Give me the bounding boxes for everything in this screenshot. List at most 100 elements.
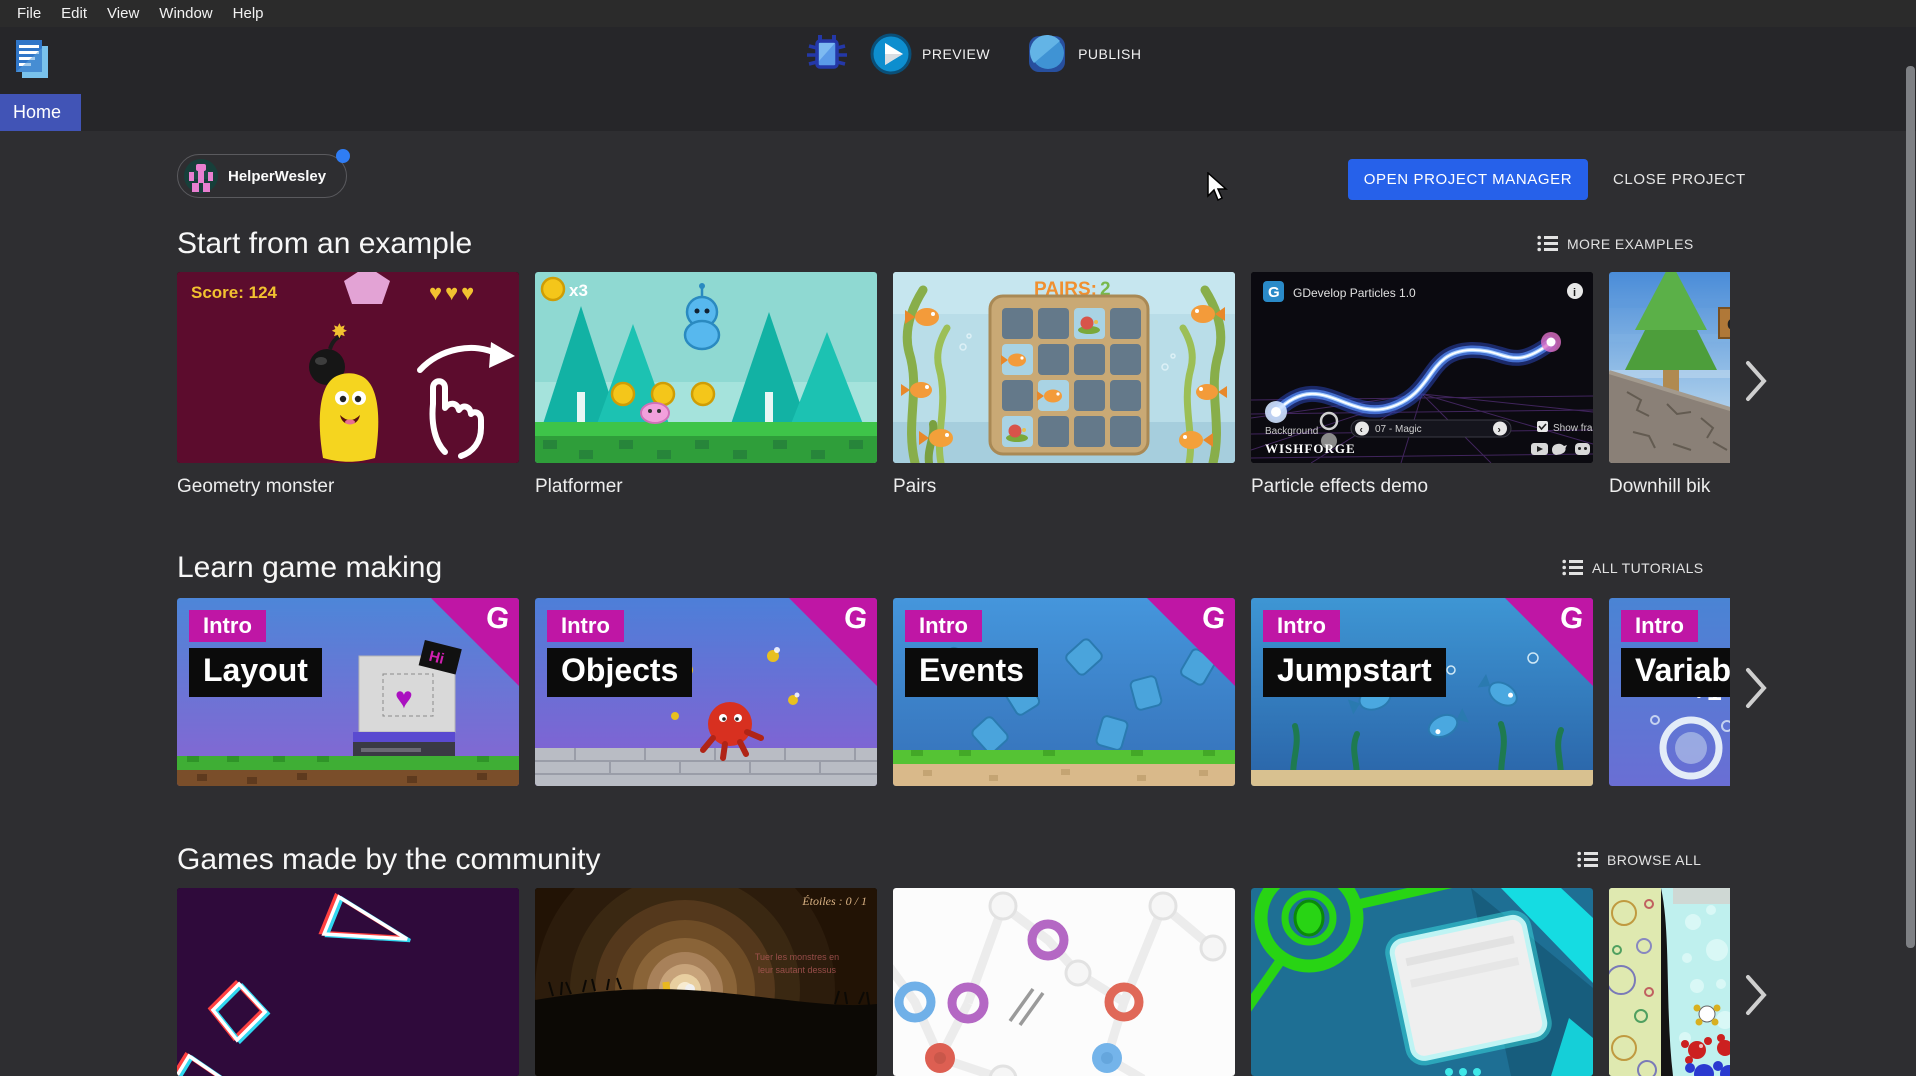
gdevelop-logo-icon[interactable] (14, 38, 50, 80)
gdevelop-g-icon: G (483, 601, 511, 638)
particles-app-title: GDevelop Particles 1.0 (1293, 286, 1416, 300)
community-card-1[interactable] (177, 888, 519, 1076)
cyan-dots (1445, 1068, 1481, 1076)
open-project-manager-button[interactable]: OPEN PROJECT MANAGER (1348, 159, 1588, 200)
intro-badge: Intro (1621, 610, 1698, 642)
example-card-label: Pairs (893, 476, 1235, 498)
example-card-downhill[interactable]: G Downhill bik (1609, 272, 1730, 502)
menu-item-window[interactable]: Window (149, 5, 222, 22)
community-thumbnail-triangles[interactable] (177, 888, 519, 1076)
downhill-thumbnail[interactable]: G (1609, 272, 1730, 463)
all-tutorials-label: ALL TUTORIALS (1592, 560, 1704, 576)
example-card-label: Geometry monster (177, 476, 519, 498)
community-card-3[interactable] (893, 888, 1235, 1076)
community-thumbnail-hex[interactable] (893, 888, 1235, 1076)
svg-text:G: G (1268, 284, 1280, 301)
pairs-thumbnail[interactable]: PAIRS: 2 (893, 272, 1235, 463)
menu-bar: File Edit View Window Help (0, 0, 1916, 27)
community-card-2[interactable]: Étoiles : 0 / 1 Tuer les monstres en leu… (535, 888, 877, 1076)
heart-sprite: ♥ (395, 682, 413, 715)
tutorial-card-variables[interactable]: +1 Intro Variab (1609, 598, 1730, 786)
community-card-5[interactable] (1609, 888, 1730, 1076)
preview-icon[interactable] (870, 33, 912, 75)
example-card-pairs[interactable]: PAIRS: 2 (893, 272, 1235, 502)
tutorial-title: Variab (1621, 648, 1730, 697)
community-thumbnail-molecules[interactable] (1609, 888, 1730, 1076)
example-card-platformer[interactable]: x3 (535, 272, 877, 502)
effect-name: 07 - Magic (1375, 424, 1422, 435)
more-examples-button[interactable]: MORE EXAMPLES (1537, 235, 1694, 252)
intro-badge: Intro (1263, 610, 1340, 642)
menu-item-help[interactable]: Help (223, 5, 274, 22)
menu-item-view[interactable]: View (97, 5, 149, 22)
community-next-chevron-icon[interactable] (1742, 972, 1770, 1018)
avatar (184, 159, 218, 193)
all-tutorials-button[interactable]: ALL TUTORIALS (1562, 559, 1704, 576)
username-label: HelperWesley (228, 168, 326, 185)
spark-icon: ✸ (331, 321, 348, 343)
intro-badge: Intro (547, 610, 624, 642)
gdevelop-g-icon: G (1557, 601, 1585, 638)
community-thumbnail-night[interactable]: Étoiles : 0 / 1 Tuer les monstres en leu… (535, 888, 877, 1076)
more-examples-label: MORE EXAMPLES (1567, 236, 1694, 252)
example-card-label: Platformer (535, 476, 877, 498)
vertical-scrollbar[interactable] (1906, 66, 1915, 948)
particle-effects-thumbnail[interactable]: G GDevelop Particles 1.0 i Background ‹ … (1251, 272, 1593, 463)
intro-badge: Intro (189, 610, 266, 642)
wishforge-logo: WISHFORGE (1265, 441, 1356, 456)
list-icon (1562, 559, 1583, 576)
list-icon (1537, 235, 1558, 252)
examples-section-title: Start from an example (177, 227, 472, 261)
examples-next-chevron-icon[interactable] (1742, 358, 1770, 404)
tutorial-title: Layout (189, 648, 322, 697)
coins (612, 383, 714, 405)
community-card-4[interactable] (1251, 888, 1593, 1076)
publish-button[interactable]: PUBLISH (1078, 46, 1141, 62)
hearts-icon: ♥♥♥ (429, 280, 477, 305)
grass-platform (535, 422, 877, 436)
tab-home[interactable]: Home (0, 94, 81, 131)
list-icon (1577, 851, 1598, 868)
gdevelop-g-icon: G (841, 601, 869, 638)
close-project-button[interactable]: CLOSE PROJECT (1601, 159, 1758, 200)
tutorials-card-row: ♥ Hi Intro Layout G (177, 598, 1730, 786)
hint-line-2: leur sautant dessus (758, 965, 837, 975)
mouse-cursor (1206, 172, 1228, 202)
monster-sprite (320, 373, 379, 462)
svg-text:x3: x3 (569, 281, 588, 300)
profile-chip[interactable]: HelperWesley (177, 154, 347, 198)
score-label: Score: 124 (191, 283, 278, 302)
pink-blob-sprite (641, 403, 669, 423)
community-thumbnail-teal[interactable] (1251, 888, 1593, 1076)
examples-card-row: Score: 124 ♥♥♥ ✸ Geometry monster (177, 272, 1730, 502)
tutorial-card-objects[interactable]: Intro Objects G (535, 598, 877, 786)
svg-text:‹: ‹ (1360, 425, 1363, 436)
svg-text:›: › (1498, 425, 1501, 436)
community-card-row: Étoiles : 0 / 1 Tuer les monstres en leu… (177, 888, 1730, 1076)
browse-all-label: BROWSE ALL (1607, 852, 1701, 868)
tutorials-next-chevron-icon[interactable] (1742, 665, 1770, 711)
tutorial-title: Events (905, 648, 1038, 697)
svg-text:G: G (1727, 315, 1730, 334)
example-card-particle-effects[interactable]: G GDevelop Particles 1.0 i Background ‹ … (1251, 272, 1593, 502)
geometry-monster-thumbnail[interactable]: Score: 124 ♥♥♥ ✸ (177, 272, 519, 463)
tutorial-title: Objects (547, 648, 692, 697)
example-card-geometry-monster[interactable]: Score: 124 ♥♥♥ ✸ Geometry monster (177, 272, 519, 502)
menu-item-file[interactable]: File (7, 5, 51, 22)
tutorial-card-layout[interactable]: ♥ Hi Intro Layout G (177, 598, 519, 786)
tutorial-title: Jumpstart (1263, 648, 1446, 697)
tutorial-card-events[interactable]: Intro Events G (893, 598, 1235, 786)
stars-counter: Étoiles : 0 / 1 (801, 894, 867, 908)
pentagon-shape (344, 272, 390, 304)
notification-dot (336, 149, 350, 163)
publish-icon[interactable] (1026, 33, 1068, 75)
tutorial-card-jumpstart[interactable]: Intro Jumpstart G (1251, 598, 1593, 786)
editor-mockup: ♥ Hi (353, 640, 462, 774)
preview-button[interactable]: PREVIEW (922, 46, 990, 62)
menu-item-edit[interactable]: Edit (51, 5, 97, 22)
social-icons (1531, 443, 1590, 455)
community-section-title: Games made by the community (177, 843, 601, 877)
platformer-thumbnail[interactable]: x3 (535, 272, 877, 463)
debug-icon[interactable] (806, 32, 848, 76)
browse-all-button[interactable]: BROWSE ALL (1577, 851, 1701, 868)
